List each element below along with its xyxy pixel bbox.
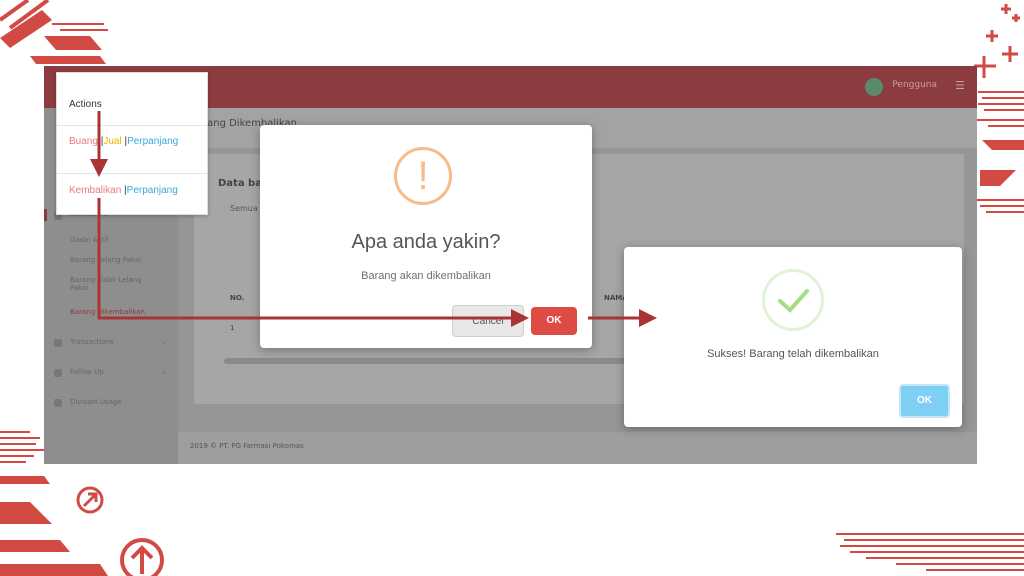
divider <box>57 173 207 174</box>
cancel-button[interactable]: Cancel <box>452 305 524 337</box>
division-usage-icon <box>54 399 62 407</box>
confirm-dialog: ! Apa anda yakin? Barang akan dikembalik… <box>260 125 592 348</box>
menu-icon[interactable]: ☰ <box>955 79 965 92</box>
footer-text: 2019 © PT. PG Farmasi Pokomas <box>190 442 304 450</box>
decor-top-right-icon <box>974 4 1024 213</box>
table-header-no: NO. <box>230 294 245 302</box>
confirm-text: Barang akan dikembalikan <box>361 270 491 282</box>
actions-header: Actions <box>69 99 102 110</box>
sidebar-group-division-usage[interactable]: Division Usage <box>70 398 122 406</box>
sidebar-group-follow-up[interactable]: Follow Up <box>70 368 104 376</box>
table-cell-no: 1 <box>230 324 235 332</box>
checkmark-icon <box>762 269 824 331</box>
buang-link[interactable]: Buang <box>69 136 98 147</box>
decor-top-left-icon <box>0 0 108 64</box>
sidebar-item-gadai-aktif[interactable]: Gadai Aktif <box>70 236 109 244</box>
chevron-right-icon: › <box>162 368 166 377</box>
user-avatar[interactable] <box>865 78 883 96</box>
success-text: Sukses! Barang telah dikembalikan <box>707 348 879 360</box>
actions-row-2: Kembalikan |Perpanjang <box>69 185 178 196</box>
ok-button[interactable]: OK <box>899 384 950 418</box>
divider <box>57 125 207 126</box>
sidebar-item-barang-dikembalikan[interactable]: Barang Dikembalikan <box>70 308 145 316</box>
success-dialog: Sukses! Barang telah dikembalikan OK <box>624 247 962 427</box>
kembalikan-link[interactable]: Kembalikan <box>69 185 121 196</box>
ok-button[interactable]: OK <box>531 307 577 335</box>
card-filter[interactable]: Semua <box>230 204 258 213</box>
sidebar-active-indicator <box>44 209 47 221</box>
transactions-icon <box>54 339 62 347</box>
confirm-title: Apa anda yakin? <box>351 231 501 253</box>
sidebar-group-transactions[interactable]: Transactions <box>70 338 114 346</box>
sidebar-item-barang-lelang[interactable]: Barang Lelang Pakai <box>70 256 141 264</box>
exclamation-icon: ! <box>394 147 452 205</box>
sidebar-item-barang-tidak-lelang[interactable]: Barang Tidak Lelang Pakai <box>70 276 160 292</box>
actions-popup: Actions Buang |Jual |Perpanjang Kembalik… <box>56 72 208 215</box>
perpanjang-link[interactable]: Perpanjang <box>127 185 178 196</box>
jual-link[interactable]: Jual <box>103 136 121 147</box>
user-name[interactable]: Pengguna <box>892 80 937 90</box>
decor-bottom-right-icon <box>836 533 1024 571</box>
actions-row-1: Buang |Jual |Perpanjang <box>69 136 178 147</box>
follow-up-icon <box>54 369 62 377</box>
perpanjang-link[interactable]: Perpanjang <box>127 136 178 147</box>
chevron-right-icon: › <box>162 338 166 347</box>
